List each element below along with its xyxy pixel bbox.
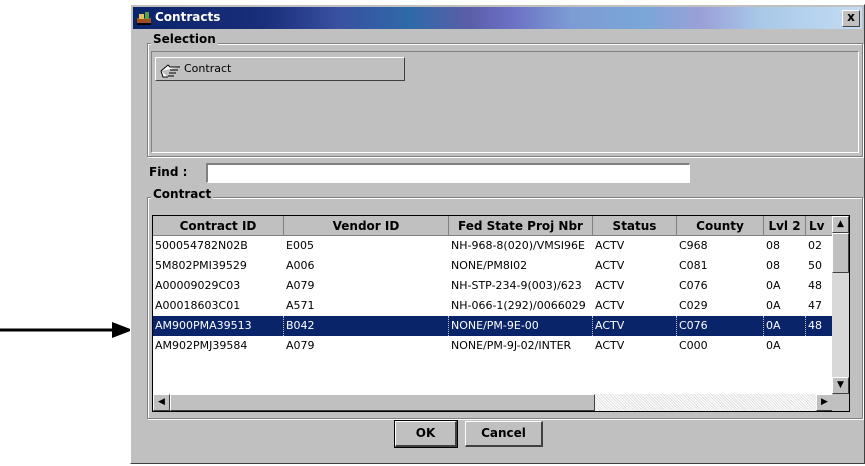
cell-vendor-id: A571 <box>286 299 315 312</box>
cell-lvl-3: 47 <box>808 299 822 312</box>
cell-county: C081 <box>679 259 708 272</box>
cell-fed-state-proj-nbr: NONE/PM8I02 <box>451 259 528 272</box>
vertical-scrollbar[interactable]: ▲ ▼ <box>832 216 849 394</box>
table-row[interactable]: A00018603C01 A571 NH-066-1(292)/0066029 … <box>153 296 833 316</box>
column-header-lvl-3[interactable]: Lv <box>806 216 833 236</box>
cell-county: C968 <box>679 239 708 252</box>
cell-lvl-2: 0A <box>764 316 806 336</box>
cell-contract-id: 500054782N02B <box>155 239 248 252</box>
table-row[interactable]: 5M802PMI39529 A006 NONE/PM8I02 ACTV C081… <box>153 256 833 276</box>
horizontal-scrollbar[interactable]: ◀ ▶ <box>153 394 833 411</box>
cell-fed-state-proj-nbr: NH-STP-234-9(003)/623 <box>451 279 582 292</box>
cell-fed-state-proj-nbr: NH-066-1(292)/0066029 <box>451 299 586 312</box>
cell-lvl-3: 50 <box>808 259 822 272</box>
cell-vendor-id: A079 <box>286 339 315 352</box>
table-row[interactable]: AM902PMJ39584 A079 NONE/PM-9J-02/INTER A… <box>153 336 833 356</box>
cell-status: ACTV <box>593 316 677 336</box>
cell-fed-state-proj-nbr: NONE/PM-9J-02/INTER <box>451 339 572 352</box>
close-icon: x <box>847 10 855 24</box>
arrow-up-icon: ▲ <box>837 219 844 229</box>
cell-status: ACTV <box>595 239 625 252</box>
scroll-left-button[interactable]: ◀ <box>153 394 170 411</box>
contract-selection-button[interactable]: Contract <box>155 57 405 81</box>
cell-contract-id: A00009029C03 <box>155 279 241 292</box>
arrow-left-icon: ◀ <box>158 397 165 407</box>
cell-vendor-id: E005 <box>286 239 314 252</box>
vertical-scroll-thumb[interactable] <box>832 233 849 273</box>
cell-vendor-id: A079 <box>286 279 315 292</box>
cell-lvl-3: 48 <box>806 316 833 336</box>
cell-lvl-2: 08 <box>766 259 780 272</box>
cell-fed-state-proj-nbr: NONE/PM-9E-00 <box>449 316 593 336</box>
cell-status: ACTV <box>595 279 625 292</box>
cell-contract-id: A00018603C01 <box>155 299 241 312</box>
cell-lvl-2: 08 <box>766 239 780 252</box>
cell-county: C029 <box>679 299 708 312</box>
table-row[interactable]: A00009029C03 A079 NH-STP-234-9(003)/623 … <box>153 276 833 296</box>
contract-selection-label: Contract <box>184 62 232 75</box>
cell-contract-id: AM902PMJ39584 <box>155 339 248 352</box>
scrollbar-corner <box>832 394 849 411</box>
pointing-hand-icon <box>160 64 180 78</box>
cell-status: ACTV <box>595 259 625 272</box>
app-icon <box>137 12 151 25</box>
cell-lvl-2: 0A <box>766 299 781 312</box>
column-header-county[interactable]: County <box>677 216 764 236</box>
window-title: Contracts <box>155 10 221 24</box>
pointer-arrow-icon <box>0 322 133 338</box>
scroll-right-button[interactable]: ▶ <box>816 394 833 411</box>
column-header-status[interactable]: Status <box>593 216 677 236</box>
column-header-lvl-2[interactable]: Lvl 2 <box>764 216 806 236</box>
cell-lvl-3: 02 <box>808 239 822 252</box>
cell-county: C076 <box>677 316 764 336</box>
cell-lvl-3 <box>806 336 833 356</box>
horizontal-scroll-thumb[interactable] <box>170 394 595 411</box>
cell-contract-id: 5M802PMI39529 <box>155 259 247 272</box>
column-header-vendor-id[interactable]: Vendor ID <box>284 216 449 236</box>
cell-lvl-3: 48 <box>808 279 822 292</box>
cell-status: ACTV <box>595 299 625 312</box>
cell-contract-id: AM900PMA39513 <box>153 316 284 336</box>
selection-group-label: Selection <box>151 32 218 46</box>
table-row-selected[interactable]: AM900PMA39513 B042 NONE/PM-9E-00 ACTV C0… <box>153 316 833 336</box>
cell-lvl-2: 0A <box>766 339 781 352</box>
cell-vendor-id: A006 <box>286 259 315 272</box>
column-header-contract-id[interactable]: Contract ID <box>153 216 284 236</box>
cancel-button[interactable]: Cancel <box>465 421 543 447</box>
contract-group-label: Contract <box>151 187 214 201</box>
cell-county: C000 <box>679 339 708 352</box>
cell-county: C076 <box>679 279 708 292</box>
contracts-table: Contract ID Vendor ID Fed State Proj Nbr… <box>152 215 850 412</box>
column-header-fed-state-proj-nbr[interactable]: Fed State Proj Nbr <box>449 216 593 236</box>
arrow-down-icon: ▼ <box>837 380 844 390</box>
find-label: Find : <box>149 165 188 179</box>
ok-button[interactable]: OK <box>394 420 458 448</box>
title-bar[interactable]: Contracts x <box>133 7 862 29</box>
close-button[interactable]: x <box>842 10 860 27</box>
table-header: Contract ID Vendor ID Fed State Proj Nbr… <box>153 216 833 236</box>
contracts-dialog: Contracts x Selection Contract Find : Co… <box>130 4 865 464</box>
scroll-up-button[interactable]: ▲ <box>832 216 849 233</box>
cell-status: ACTV <box>595 339 625 352</box>
find-input[interactable] <box>206 163 690 183</box>
arrow-right-icon: ▶ <box>821 397 828 407</box>
cell-lvl-2: 0A <box>766 279 781 292</box>
cell-fed-state-proj-nbr: NH-968-8(020)/VMSI96E <box>451 239 585 252</box>
cell-vendor-id: B042 <box>284 316 449 336</box>
table-row[interactable]: 500054782N02B E005 NH-968-8(020)/VMSI96E… <box>153 236 833 256</box>
scroll-down-button[interactable]: ▼ <box>832 377 849 394</box>
selection-panel: Contract <box>151 51 859 153</box>
